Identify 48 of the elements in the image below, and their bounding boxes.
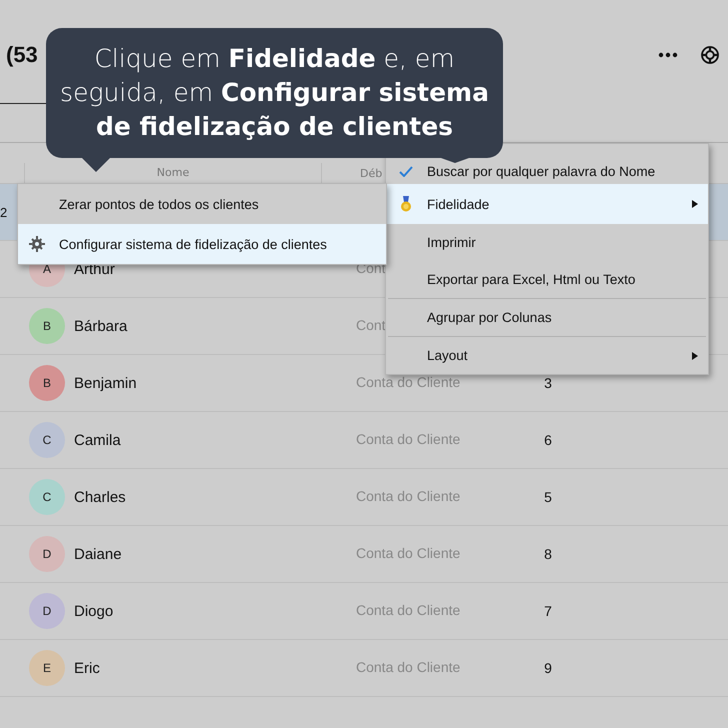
lifebuoy-icon[interactable] (700, 44, 720, 64)
menu-item[interactable]: Agrupar por Colunas (386, 299, 708, 336)
avatar-circle: D (29, 536, 65, 572)
table-cell-text: Benjamin (73, 374, 138, 392)
table-cell: Conta do Cliente (356, 374, 460, 390)
menu-item[interactable]: Configurar sistema de fidelização de clientes (18, 224, 386, 264)
table-cell-text: Daiane (73, 546, 123, 562)
more-icon[interactable] (658, 52, 678, 58)
table-cell-text: 3 (543, 375, 553, 391)
table-cell: Conta do Cliente (356, 545, 460, 561)
table-cell-text: 8 (543, 546, 553, 562)
table-cell-text: Charles (73, 488, 127, 506)
table-cell: Conta do Cliente (356, 431, 460, 447)
table-cell: Conta do Cliente (356, 488, 460, 504)
table-cell-text: 7 (543, 603, 553, 619)
avatar-circle: B (29, 308, 65, 344)
tooltip-pointer (441, 158, 469, 163)
avatar-circle: B (29, 365, 65, 401)
medal-icon (400, 196, 412, 212)
table-cell-text: Bárbara (73, 318, 128, 334)
avatar-circle: C (29, 479, 65, 515)
menu-item[interactable]: Exportar para Excel, Html ou Texto (386, 261, 708, 298)
avatar-circle: D (29, 593, 65, 629)
column-header: Déb (359, 166, 382, 180)
table-cell-text: 5 (543, 489, 553, 505)
table-cell-text: 6 (543, 432, 553, 448)
table-row[interactable]: D Diogo Conta do Cliente 7 (0, 583, 728, 640)
table-row[interactable]: E Eric Conta do Cliente 9 (0, 640, 728, 697)
table-cell-text: Diogo (73, 602, 114, 620)
table-row[interactable]: C Camila Conta do Cliente 6 (0, 412, 728, 469)
table-row[interactable]: D Daiane Conta do Cliente 8 (0, 526, 728, 583)
avatar-circle: E (29, 650, 65, 686)
menu-item[interactable]: Imprimir (386, 224, 708, 261)
avatar-circle: C (29, 422, 65, 458)
tooltip: Clique em Fidelidade e, em seguida, em Configurar sistema de fidelização de clientes (46, 28, 503, 158)
gear-icon (29, 236, 45, 252)
table-cell: Cont (356, 317, 386, 333)
table-cell-text: Eric (73, 660, 101, 676)
menu-item[interactable]: Zerar pontos de todos os clientes (18, 184, 386, 224)
table-cell: Conta do Cliente (356, 659, 460, 675)
table-cell: 2 (0, 204, 8, 220)
tooltip-pointer (82, 158, 110, 172)
menu-item[interactable]: Fidelidade (386, 184, 708, 224)
page-title: (53 (6, 42, 38, 68)
table-cell-text: Camila (73, 432, 122, 448)
table-cell: Conta do Cliente (356, 602, 460, 618)
table-row[interactable]: C Charles Conta do Cliente 5 (0, 469, 728, 526)
table-cell-text: 9 (543, 660, 553, 676)
